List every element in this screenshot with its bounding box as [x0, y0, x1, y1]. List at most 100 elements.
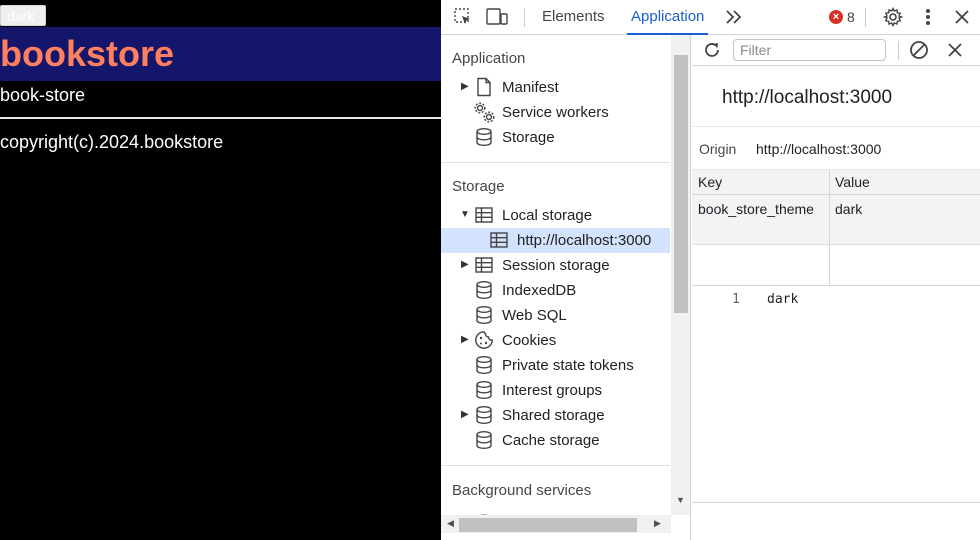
database-icon	[474, 430, 494, 450]
cookie-icon	[474, 330, 494, 350]
preview-content: dark	[767, 292, 799, 307]
error-icon: ×	[829, 10, 843, 24]
sidebar-item-label: Interest groups	[502, 382, 603, 399]
sidebar-item-label: Storage	[502, 129, 555, 146]
database-icon	[474, 355, 494, 375]
error-count-badge[interactable]: × 8	[829, 9, 855, 25]
sidebar-item-label: Session storage	[502, 257, 610, 274]
origin-value: http://localhost:3000	[756, 141, 882, 157]
table-header: Key Value	[692, 170, 980, 195]
origin-title: http://localhost:3000	[722, 87, 893, 108]
more-options-icon[interactable]	[916, 6, 940, 28]
sidebar-item-cookies[interactable]: ▶ Cookies	[441, 328, 670, 353]
clear-all-icon[interactable]	[907, 39, 931, 61]
scrollbar-thumb[interactable]	[459, 518, 637, 532]
toolbar-separator	[865, 8, 866, 27]
sidebar-item-label: Local storage	[502, 207, 593, 224]
column-divider[interactable]	[829, 170, 830, 285]
tab-elements[interactable]: Elements	[538, 0, 609, 35]
scroll-left-arrow-icon[interactable]: ◀	[447, 518, 454, 529]
theme-toggle-button[interactable]: dark	[0, 5, 46, 26]
sidebar-divider	[441, 465, 670, 466]
close-devtools-icon[interactable]	[950, 6, 974, 28]
divider	[692, 502, 980, 503]
sidebar-item-interest-groups[interactable]: Interest groups	[441, 378, 670, 403]
row-value[interactable]: dark	[835, 201, 862, 217]
settings-gear-icon[interactable]	[881, 6, 905, 28]
sidebar-item-label: Cache storage	[502, 432, 600, 449]
expand-arrow-icon[interactable]: ▶	[461, 259, 471, 271]
toolbar-separator	[524, 8, 525, 27]
table-icon	[474, 255, 494, 275]
database-icon	[474, 127, 494, 147]
scroll-right-arrow-icon[interactable]: ▶	[654, 518, 661, 529]
sidebar-item-local-storage[interactable]: ▼ Local storage	[441, 203, 670, 228]
database-icon	[474, 380, 494, 400]
tab-application[interactable]: Application	[627, 0, 709, 35]
sidebar-item-label: Manifest	[502, 79, 559, 96]
refresh-icon[interactable]	[700, 39, 724, 61]
sidebar-item-storage[interactable]: Storage	[441, 125, 670, 150]
document-icon	[474, 77, 494, 97]
expand-arrow-icon[interactable]: ▶	[461, 334, 471, 346]
sidebar-divider	[441, 162, 670, 163]
sidebar-item-session-storage[interactable]: ▶ Session storage	[441, 253, 670, 278]
row-divider	[692, 244, 980, 245]
storage-toolbar	[692, 35, 980, 66]
key-value-table: Key Value book_store_theme dark	[692, 170, 980, 286]
sidebar-item-label: http://localhost:3000	[517, 232, 652, 249]
sidebar-item-manifest[interactable]: ▶ Manifest	[441, 75, 670, 100]
database-icon	[474, 405, 494, 425]
sidebar-heading-background-services: Background services	[452, 482, 592, 499]
site-title: bookstore	[0, 33, 175, 74]
site-nav-text: book-store	[0, 85, 86, 105]
expand-arrow-icon[interactable]: ▶	[461, 81, 471, 93]
scroll-down-arrow-icon[interactable]: ▼	[676, 495, 685, 505]
table-icon	[489, 230, 509, 250]
sidebar-item-label: Shared storage	[502, 407, 605, 424]
table-row[interactable]: book_store_theme dark	[692, 195, 980, 244]
storage-main-pane: http://localhost:3000 Origin http://loca…	[692, 35, 980, 540]
column-header-value[interactable]: Value	[835, 174, 870, 190]
column-header-key[interactable]: Key	[698, 174, 722, 190]
sidebar-item-localhost-3000[interactable]: http://localhost:3000	[441, 228, 670, 253]
sidebar-item-indexeddb[interactable]: IndexedDB	[441, 278, 670, 303]
application-sidebar: Application ▶ Manifest Service workers S…	[441, 35, 691, 540]
devtools-toolbar: Elements Application × 8	[441, 0, 980, 35]
expand-arrow-icon[interactable]: ▶	[461, 409, 471, 421]
sidebar-item-label: Cookies	[502, 332, 557, 349]
error-count: 8	[847, 9, 855, 25]
table-icon	[474, 205, 494, 225]
row-key[interactable]: book_store_theme	[698, 201, 814, 217]
sidebar-vertical-scrollbar[interactable]: ▼	[671, 35, 690, 515]
database-icon	[474, 280, 494, 300]
scrollbar-thumb[interactable]	[674, 55, 688, 313]
value-preview: 1 dark	[692, 287, 980, 502]
sidebar-item-cache-storage[interactable]: Cache storage	[441, 428, 670, 453]
sidebar-heading-storage: Storage	[452, 178, 505, 195]
delete-selected-icon[interactable]	[943, 39, 967, 61]
database-icon	[474, 305, 494, 325]
sidebar-item-label: Private state tokens	[502, 357, 634, 374]
sidebar-item-private-state-tokens[interactable]: Private state tokens	[441, 353, 670, 378]
sidebar-horizontal-scrollbar[interactable]: ◀ ▶	[441, 515, 671, 533]
device-toolbar-icon[interactable]	[485, 6, 509, 28]
filter-input[interactable]	[733, 39, 886, 61]
gears-icon	[474, 102, 495, 123]
toolbar-separator	[898, 41, 899, 60]
site-header: bookstore	[0, 27, 441, 81]
inspect-element-icon[interactable]	[451, 6, 475, 28]
sidebar-item-shared-storage[interactable]: ▶ Shared storage	[441, 403, 670, 428]
sidebar-item-service-workers[interactable]: Service workers	[441, 100, 670, 125]
sidebar-item-label: Service workers	[502, 104, 609, 121]
sidebar-item-label: Web SQL	[502, 307, 567, 324]
collapse-arrow-icon[interactable]: ▼	[460, 209, 470, 221]
site-footer: copyright(c).2024.bookstore	[0, 132, 224, 152]
sidebar-item-web-sql[interactable]: Web SQL	[441, 303, 670, 328]
sidebar-item-label: IndexedDB	[502, 282, 577, 299]
devtools-panel: Elements Application × 8 Application ▶ M…	[441, 0, 980, 540]
page-viewport: dark bookstore book-store copyright(c).2…	[0, 0, 441, 540]
origin-row: Origin http://localhost:3000	[692, 126, 980, 170]
more-tabs-icon[interactable]	[722, 6, 746, 28]
divider	[0, 117, 441, 119]
